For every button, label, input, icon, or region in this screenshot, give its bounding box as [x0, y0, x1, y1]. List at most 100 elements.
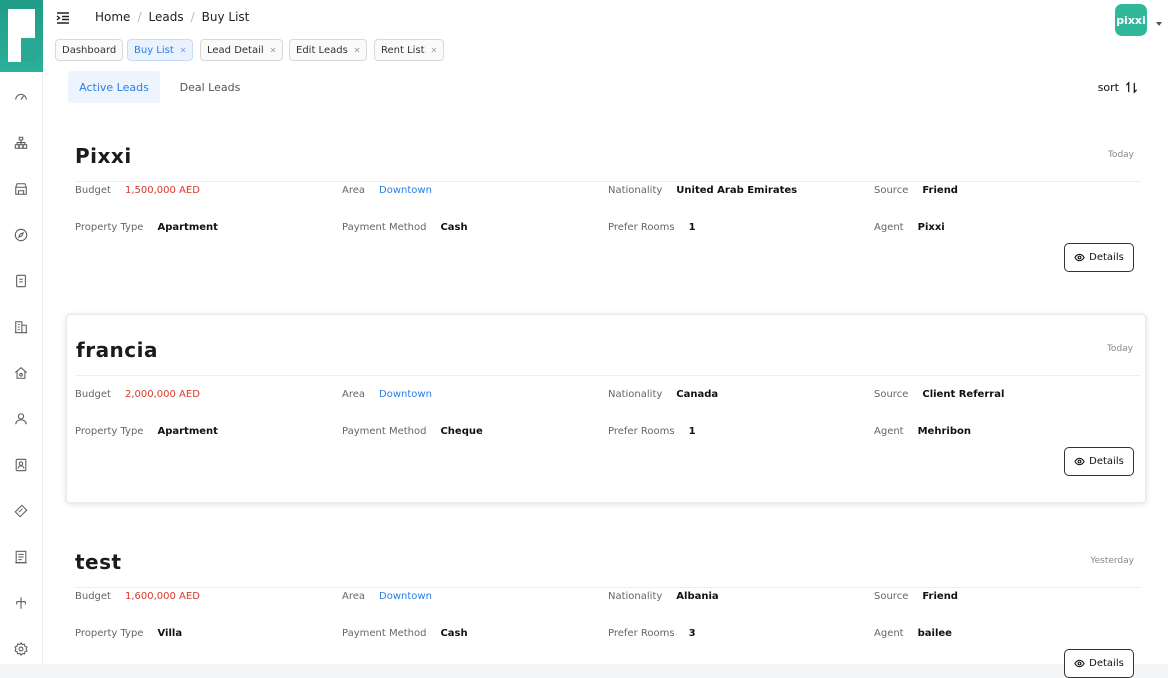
- eye-icon: [1074, 253, 1085, 262]
- chevron-down-icon[interactable]: [1156, 22, 1162, 26]
- field-value: Cheque: [440, 426, 483, 437]
- close-icon[interactable]: ✕: [354, 46, 361, 55]
- field-value: 1: [688, 222, 696, 233]
- field-label: Prefer Rooms: [608, 222, 675, 233]
- split-icon[interactable]: [10, 592, 32, 614]
- field-label: Property Type: [75, 628, 144, 639]
- field-value: Villa: [157, 628, 183, 639]
- org-icon[interactable]: [10, 132, 32, 154]
- field-budget: Budget 1,500,000 AED: [75, 185, 200, 196]
- field-label: Payment Method: [342, 426, 427, 437]
- field-label: Prefer Rooms: [608, 628, 675, 639]
- field-agent: Agent Mehribon: [874, 426, 971, 437]
- breadcrumb-leads[interactable]: Leads: [148, 10, 183, 24]
- field-nationality: Nationality United Arab Emirates: [608, 185, 797, 196]
- field-label: Budget: [75, 389, 111, 400]
- tab-label: Lead Detail: [207, 44, 264, 56]
- field-value[interactable]: Downtown: [379, 389, 432, 400]
- tab-edit-leads[interactable]: Edit Leads ✕: [289, 39, 368, 61]
- details-button[interactable]: Details: [1064, 243, 1134, 272]
- main-content: Active Leads Deal Leads sort Pixxi Today…: [43, 64, 1168, 678]
- tab-lead-detail[interactable]: Lead Detail ✕: [200, 39, 284, 61]
- field-area: Area Downtown: [342, 389, 432, 400]
- page-tabs: Dashboard Buy List ✕ Lead Detail ✕ Edit Le…: [43, 37, 1168, 64]
- lead-card[interactable]: francia Today Budget 2,000,000 AED Area Do…: [66, 314, 1146, 503]
- tab-buy-list[interactable]: Buy List ✕: [127, 39, 194, 61]
- field-prefer-rooms: Prefer Rooms 1: [608, 426, 696, 437]
- field-property-type: Property Type Villa: [75, 628, 182, 639]
- breadcrumb-home[interactable]: Home: [95, 10, 130, 24]
- divider: [76, 375, 1140, 376]
- field-nationality: Nationality Albania: [608, 591, 719, 602]
- field-value: Canada: [676, 389, 719, 400]
- field-label: Nationality: [608, 591, 663, 602]
- field-value: Apartment: [157, 426, 218, 437]
- divider: [75, 181, 1141, 182]
- lead-date: Today: [1106, 344, 1133, 354]
- close-icon[interactable]: ✕: [270, 46, 277, 55]
- field-value: 1: [688, 426, 696, 437]
- tab-active-leads[interactable]: Active Leads: [68, 71, 160, 103]
- tab-rent-list[interactable]: Rent List ✕: [374, 39, 445, 61]
- field-label: Area: [342, 185, 366, 196]
- details-label: Details: [1089, 252, 1124, 263]
- store-icon[interactable]: [10, 178, 32, 200]
- document-icon[interactable]: [10, 270, 32, 292]
- field-value: 2,000,000 AED: [124, 389, 200, 400]
- lead-card[interactable]: test Yesterday Budget 1,600,000 AED Area D…: [66, 530, 1146, 678]
- details-button[interactable]: Details: [1064, 447, 1134, 476]
- report-icon[interactable]: [10, 546, 32, 568]
- breadcrumb-current: Buy List: [201, 10, 250, 24]
- field-property-type: Property Type Apartment: [75, 222, 218, 233]
- field-label: Prefer Rooms: [608, 426, 675, 437]
- menu-toggle-icon[interactable]: [56, 10, 70, 24]
- field-label: Source: [874, 591, 909, 602]
- field-value: Albania: [676, 591, 719, 602]
- field-area: Area Downtown: [342, 185, 432, 196]
- field-payment-method: Payment Method Cash: [342, 628, 468, 639]
- user-icon[interactable]: [10, 408, 32, 430]
- close-icon[interactable]: ✕: [180, 46, 187, 55]
- field-label: Area: [342, 389, 366, 400]
- field-label: Area: [342, 591, 366, 602]
- field-value: 1,500,000 AED: [124, 185, 200, 196]
- compass-icon[interactable]: [10, 224, 32, 246]
- tab-label: Dashboard: [62, 44, 117, 56]
- tab-deal-leads[interactable]: Deal Leads: [168, 71, 252, 103]
- tab-dashboard[interactable]: Dashboard: [55, 39, 124, 61]
- field-label: Property Type: [75, 222, 144, 233]
- building-icon[interactable]: [10, 316, 32, 338]
- field-label: Budget: [75, 591, 111, 602]
- sort-button[interactable]: sort: [1098, 81, 1138, 94]
- field-payment-method: Payment Method Cheque: [342, 426, 483, 437]
- field-budget: Budget 1,600,000 AED: [75, 591, 200, 602]
- app-logo[interactable]: [0, 0, 43, 72]
- field-value: Apartment: [157, 222, 218, 233]
- field-nationality: Nationality Canada: [608, 389, 718, 400]
- lead-card[interactable]: Pixxi Today Budget 1,500,000 AED Area Down…: [66, 124, 1146, 313]
- lead-name: francia: [76, 338, 159, 362]
- field-value[interactable]: Downtown: [379, 185, 432, 196]
- field-value: Cash: [440, 628, 468, 639]
- field-value[interactable]: Downtown: [379, 591, 432, 602]
- field-label: Agent: [874, 426, 904, 437]
- field-source: Source Friend: [874, 591, 958, 602]
- field-value: 1,600,000 AED: [124, 591, 200, 602]
- settings-icon[interactable]: [10, 638, 32, 660]
- sidebar: [0, 0, 43, 664]
- avatar[interactable]: pixxi: [1115, 4, 1147, 36]
- divider: [75, 587, 1141, 588]
- field-property-type: Property Type Apartment: [75, 426, 218, 437]
- field-label: Nationality: [608, 185, 663, 196]
- lead-date: Today: [1107, 150, 1134, 160]
- dashboard-icon[interactable]: [10, 86, 32, 108]
- field-budget: Budget 2,000,000 AED: [75, 389, 200, 400]
- close-icon[interactable]: ✕: [431, 46, 438, 55]
- top-bar: Home / Leads / Buy List pixxi: [43, 0, 1168, 37]
- tag-icon[interactable]: [10, 500, 32, 522]
- lead-date: Yesterday: [1090, 556, 1134, 566]
- home-icon[interactable]: [10, 362, 32, 384]
- field-value: Pixxi: [917, 222, 945, 233]
- contact-icon[interactable]: [10, 454, 32, 476]
- field-prefer-rooms: Prefer Rooms 3: [608, 628, 696, 639]
